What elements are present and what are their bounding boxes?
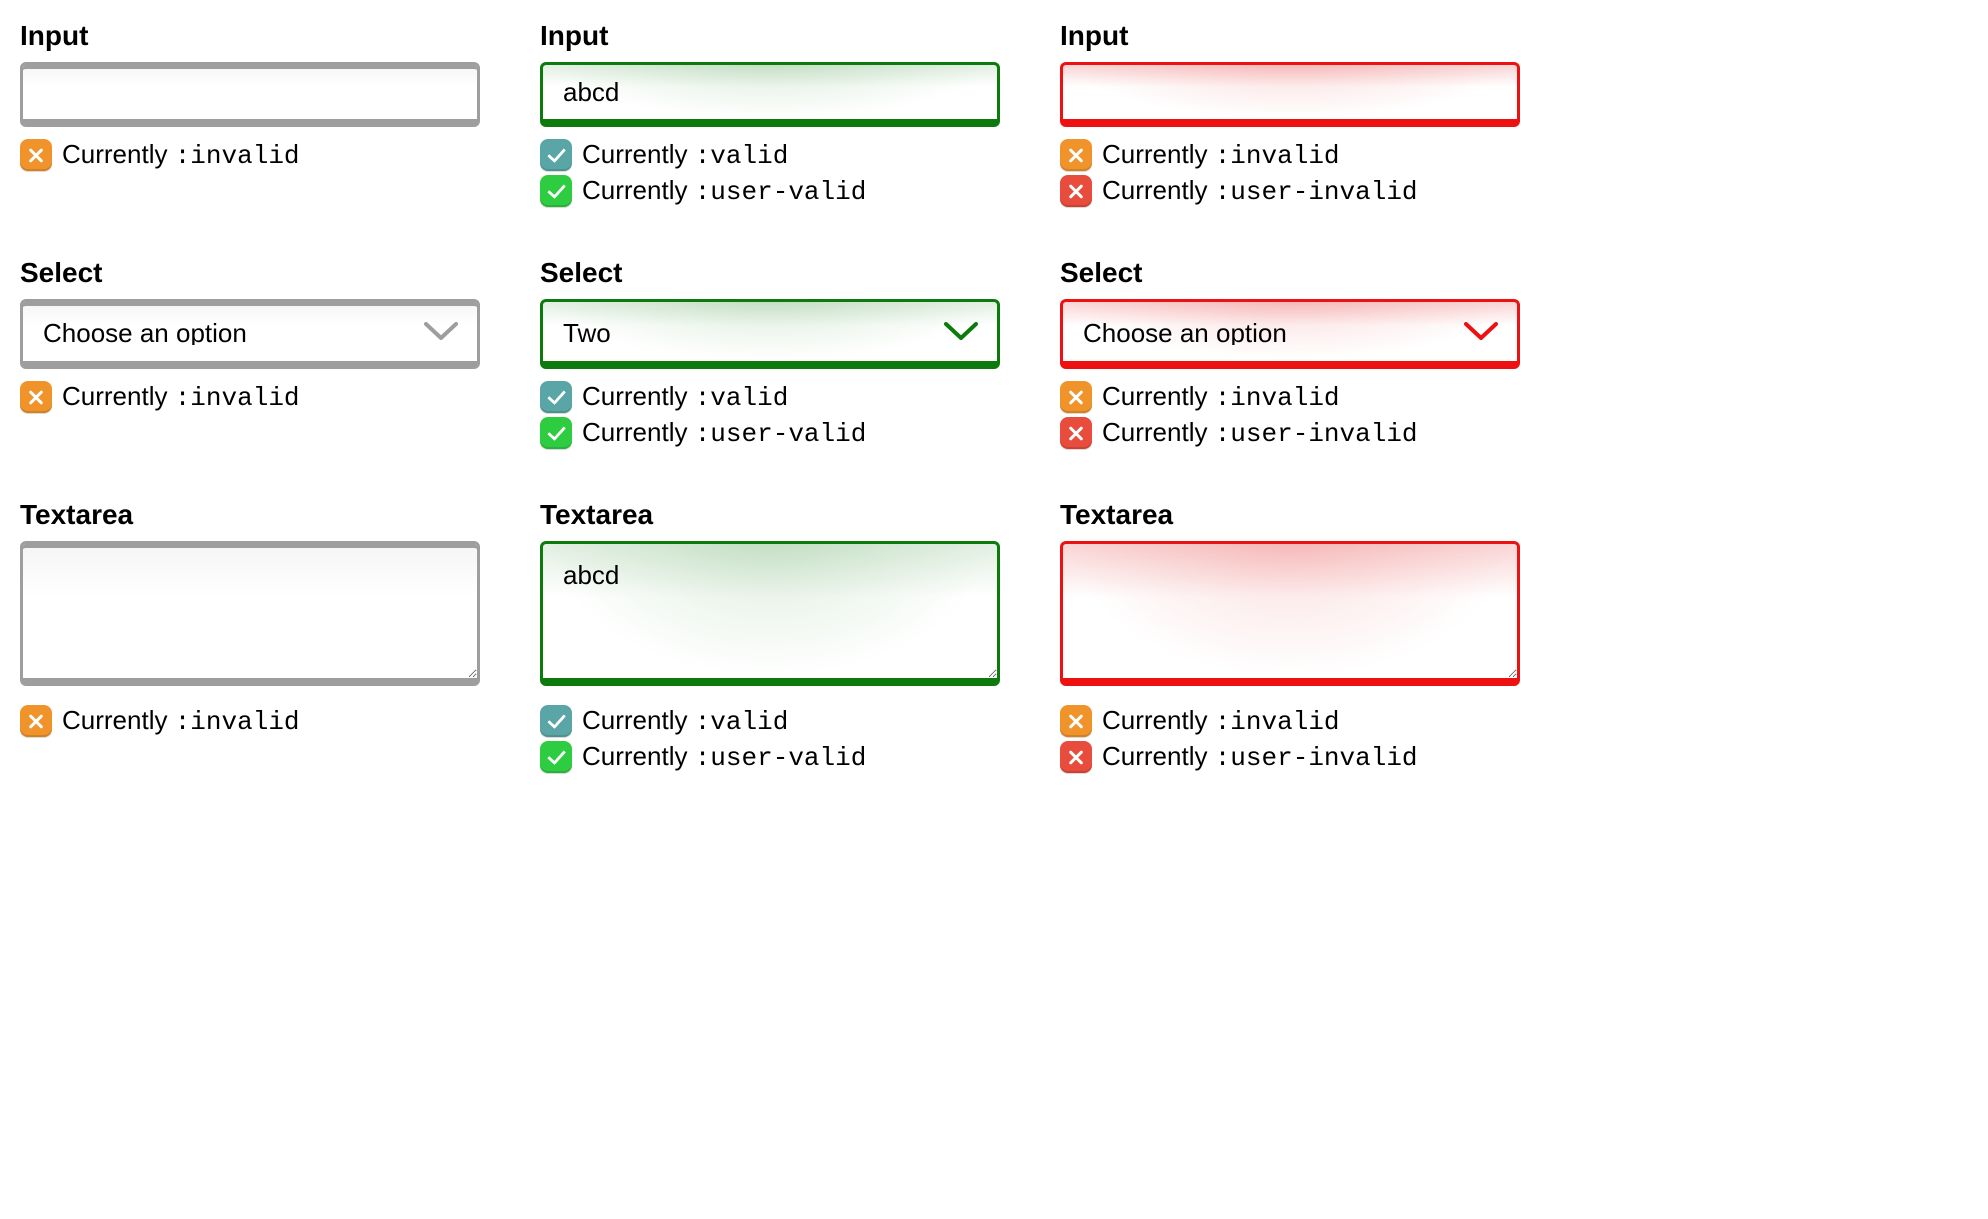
status-text: Currently :valid	[582, 381, 788, 413]
status-row: Currently :user-invalid	[1060, 741, 1520, 773]
x-icon	[20, 381, 52, 413]
status-list: Currently :invalid Currently :user-invali…	[1060, 139, 1520, 207]
status-row: Currently :valid	[540, 705, 1000, 737]
status-text: Currently :user-invalid	[1102, 175, 1418, 207]
label-select: Select	[20, 257, 480, 289]
check-icon	[540, 175, 572, 207]
cell-select-col0: Select Choose an optionOneTwoThree Curre…	[20, 257, 480, 449]
pseudo-class-code: :user-valid	[695, 419, 867, 449]
x-icon	[20, 705, 52, 737]
input-field[interactable]	[540, 62, 1000, 127]
cell-input-col2: Input Currently :invalid Currently :user-…	[1060, 20, 1520, 207]
select-field[interactable]: Choose an optionOneTwoThree	[1060, 299, 1520, 369]
pseudo-class-code: :valid	[695, 383, 789, 413]
pseudo-class-code: :invalid	[1215, 141, 1340, 171]
status-row: Currently :invalid	[20, 139, 480, 171]
status-text: Currently :user-valid	[582, 175, 866, 207]
status-list: Currently :invalid	[20, 139, 480, 171]
cell-textarea-col2: Textarea Currently :invalid Currently :us…	[1060, 499, 1520, 773]
x-icon	[1060, 705, 1092, 737]
status-row: Currently :user-invalid	[1060, 175, 1520, 207]
status-text: Currently :user-valid	[582, 741, 866, 773]
status-row: Currently :valid	[540, 139, 1000, 171]
pseudo-class-code: :invalid	[175, 707, 300, 737]
select-field[interactable]: Choose an optionOneTwoThree	[540, 299, 1000, 369]
check-icon	[540, 417, 572, 449]
x-icon	[1060, 741, 1092, 773]
x-icon	[1060, 139, 1092, 171]
status-row: Currently :user-invalid	[1060, 417, 1520, 449]
status-row: Currently :user-valid	[540, 741, 1000, 773]
status-list: Currently :valid Currently :user-valid	[540, 381, 1000, 449]
status-text: Currently :invalid	[1102, 381, 1340, 413]
pseudo-class-code: :user-invalid	[1215, 743, 1418, 773]
cell-select-col2: Select Choose an optionOneTwoThree Curre…	[1060, 257, 1520, 449]
status-text: Currently :user-invalid	[1102, 741, 1418, 773]
label-input: Input	[20, 20, 480, 52]
pseudo-class-code: :valid	[695, 707, 789, 737]
pseudo-class-code: :invalid	[175, 141, 300, 171]
label-textarea: Textarea	[540, 499, 1000, 531]
label-select: Select	[1060, 257, 1520, 289]
status-row: Currently :user-valid	[540, 417, 1000, 449]
x-icon	[1060, 417, 1092, 449]
cell-select-col1: Select Choose an optionOneTwoThree Curre…	[540, 257, 1000, 449]
textarea-field[interactable]	[1060, 541, 1520, 686]
check-icon	[540, 741, 572, 773]
pseudo-class-code: :user-invalid	[1215, 419, 1418, 449]
status-text: Currently :invalid	[1102, 139, 1340, 171]
input-field[interactable]	[1060, 62, 1520, 127]
pseudo-class-code: :invalid	[1215, 383, 1340, 413]
status-text: Currently :invalid	[62, 705, 300, 737]
cell-textarea-col0: Textarea Currently :invalid	[20, 499, 480, 773]
input-field[interactable]	[20, 62, 480, 127]
label-textarea: Textarea	[1060, 499, 1520, 531]
status-row: Currently :valid	[540, 381, 1000, 413]
x-icon	[1060, 175, 1092, 207]
select-field[interactable]: Choose an optionOneTwoThree	[20, 299, 480, 369]
pseudo-class-code: :user-valid	[695, 177, 867, 207]
label-input: Input	[1060, 20, 1520, 52]
check-icon	[540, 705, 572, 737]
cell-textarea-col1: Textarea Currently :valid Currently :user…	[540, 499, 1000, 773]
status-list: Currently :invalid Currently :user-invali…	[1060, 705, 1520, 773]
x-icon	[20, 139, 52, 171]
cell-input-col1: Input Currently :valid Currently :user-va…	[540, 20, 1000, 207]
status-row: Currently :invalid	[1060, 139, 1520, 171]
status-text: Currently :invalid	[62, 381, 300, 413]
x-icon	[1060, 381, 1092, 413]
label-select: Select	[540, 257, 1000, 289]
check-icon	[540, 139, 572, 171]
label-textarea: Textarea	[20, 499, 480, 531]
status-row: Currently :invalid	[1060, 381, 1520, 413]
status-text: Currently :valid	[582, 705, 788, 737]
status-row: Currently :invalid	[1060, 705, 1520, 737]
status-row: Currently :invalid	[20, 705, 480, 737]
check-icon	[540, 381, 572, 413]
textarea-field[interactable]	[540, 541, 1000, 686]
pseudo-class-code: :invalid	[175, 383, 300, 413]
status-row: Currently :user-valid	[540, 175, 1000, 207]
cell-input-col0: Input Currently :invalid	[20, 20, 480, 207]
pseudo-class-code: :valid	[695, 141, 789, 171]
label-input: Input	[540, 20, 1000, 52]
status-text: Currently :invalid	[62, 139, 300, 171]
status-list: Currently :valid Currently :user-valid	[540, 705, 1000, 773]
status-list: Currently :invalid Currently :user-invali…	[1060, 381, 1520, 449]
status-text: Currently :invalid	[1102, 705, 1340, 737]
pseudo-class-code: :invalid	[1215, 707, 1340, 737]
status-list: Currently :invalid	[20, 381, 480, 413]
pseudo-class-code: :user-valid	[695, 743, 867, 773]
status-list: Currently :invalid	[20, 705, 480, 737]
status-text: Currently :user-valid	[582, 417, 866, 449]
validation-grid: Input Currently :invalid Input Currently…	[20, 20, 1520, 773]
status-text: Currently :user-invalid	[1102, 417, 1418, 449]
textarea-field[interactable]	[20, 541, 480, 686]
status-text: Currently :valid	[582, 139, 788, 171]
status-list: Currently :valid Currently :user-valid	[540, 139, 1000, 207]
status-row: Currently :invalid	[20, 381, 480, 413]
pseudo-class-code: :user-invalid	[1215, 177, 1418, 207]
